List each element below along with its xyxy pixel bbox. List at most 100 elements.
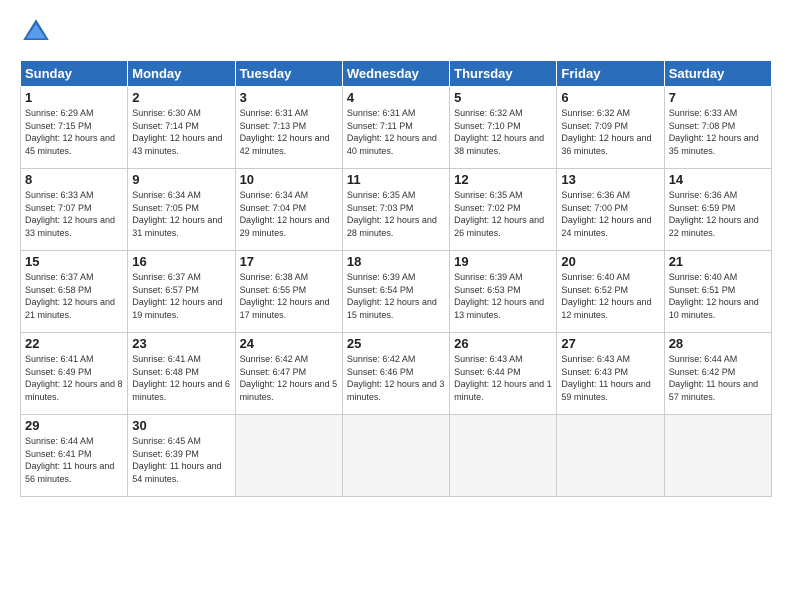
day-number: 2 <box>132 90 230 105</box>
calendar-day-cell: 25 Sunrise: 6:42 AMSunset: 6:46 PMDayligh… <box>342 333 449 415</box>
day-info: Sunrise: 6:33 AMSunset: 7:07 PMDaylight:… <box>25 189 123 239</box>
day-info: Sunrise: 6:34 AMSunset: 7:05 PMDaylight:… <box>132 189 230 239</box>
day-info: Sunrise: 6:40 AMSunset: 6:52 PMDaylight:… <box>561 271 659 321</box>
calendar-header-row: SundayMondayTuesdayWednesdayThursdayFrid… <box>21 61 772 87</box>
calendar-day-cell: 17 Sunrise: 6:38 AMSunset: 6:55 PMDayligh… <box>235 251 342 333</box>
day-number: 17 <box>240 254 338 269</box>
day-info: Sunrise: 6:31 AMSunset: 7:11 PMDaylight:… <box>347 107 445 157</box>
calendar-day-cell: 21 Sunrise: 6:40 AMSunset: 6:51 PMDayligh… <box>664 251 771 333</box>
calendar-day-cell: 23 Sunrise: 6:41 AMSunset: 6:48 PMDayligh… <box>128 333 235 415</box>
day-info: Sunrise: 6:43 AMSunset: 6:44 PMDaylight:… <box>454 353 552 403</box>
calendar-day-cell: 26 Sunrise: 6:43 AMSunset: 6:44 PMDayligh… <box>450 333 557 415</box>
calendar-day-cell: 6 Sunrise: 6:32 AMSunset: 7:09 PMDaylight… <box>557 87 664 169</box>
day-number: 14 <box>669 172 767 187</box>
day-number: 7 <box>669 90 767 105</box>
day-number: 10 <box>240 172 338 187</box>
day-number: 15 <box>25 254 123 269</box>
calendar-day-cell: 7 Sunrise: 6:33 AMSunset: 7:08 PMDaylight… <box>664 87 771 169</box>
day-info: Sunrise: 6:37 AMSunset: 6:58 PMDaylight:… <box>25 271 123 321</box>
calendar-day-cell: 10 Sunrise: 6:34 AMSunset: 7:04 PMDayligh… <box>235 169 342 251</box>
calendar-day-cell: 3Sunrise: 6:31 AMSunset: 7:13 PMDaylight… <box>235 87 342 169</box>
day-number: 25 <box>347 336 445 351</box>
logo-icon <box>20 16 52 48</box>
calendar-day-cell: 30 Sunrise: 6:45 AMSunset: 6:39 PMDayligh… <box>128 415 235 497</box>
day-header-friday: Friday <box>557 61 664 87</box>
calendar-day-cell <box>557 415 664 497</box>
day-number: 9 <box>132 172 230 187</box>
day-info: Sunrise: 6:39 AMSunset: 6:53 PMDaylight:… <box>454 271 552 321</box>
day-info: Sunrise: 6:29 AMSunset: 7:15 PMDaylight:… <box>25 107 123 157</box>
calendar-day-cell: 28Sunrise: 6:44 AMSunset: 6:42 PMDayligh… <box>664 333 771 415</box>
day-number: 22 <box>25 336 123 351</box>
calendar-day-cell: 13 Sunrise: 6:36 AMSunset: 7:00 PMDayligh… <box>557 169 664 251</box>
day-number: 27 <box>561 336 659 351</box>
day-info: Sunrise: 6:36 AMSunset: 7:00 PMDaylight:… <box>561 189 659 239</box>
day-number: 26 <box>454 336 552 351</box>
day-info: Sunrise: 6:44 AMSunset: 6:41 PMDaylight:… <box>25 435 123 485</box>
day-info: Sunrise: 6:42 AMSunset: 6:46 PMDaylight:… <box>347 353 445 403</box>
calendar-day-cell: 29 Sunrise: 6:44 AMSunset: 6:41 PMDayligh… <box>21 415 128 497</box>
day-info: Sunrise: 6:36 AMSunset: 6:59 PMDaylight:… <box>669 189 767 239</box>
day-info: Sunrise: 6:38 AMSunset: 6:55 PMDaylight:… <box>240 271 338 321</box>
calendar-day-cell: 15 Sunrise: 6:37 AMSunset: 6:58 PMDayligh… <box>21 251 128 333</box>
calendar-day-cell: 1 Sunrise: 6:29 AMSunset: 7:15 PMDaylight… <box>21 87 128 169</box>
calendar-day-cell: 14 Sunrise: 6:36 AMSunset: 6:59 PMDayligh… <box>664 169 771 251</box>
day-info: Sunrise: 6:45 AMSunset: 6:39 PMDaylight:… <box>132 435 230 485</box>
calendar-day-cell: 2 Sunrise: 6:30 AMSunset: 7:14 PMDaylight… <box>128 87 235 169</box>
day-number: 28 <box>669 336 767 351</box>
page: SundayMondayTuesdayWednesdayThursdayFrid… <box>0 0 792 612</box>
day-info: Sunrise: 6:33 AMSunset: 7:08 PMDaylight:… <box>669 107 767 157</box>
day-info: Sunrise: 6:40 AMSunset: 6:51 PMDaylight:… <box>669 271 767 321</box>
header <box>20 16 772 48</box>
day-info: Sunrise: 6:35 AMSunset: 7:03 PMDaylight:… <box>347 189 445 239</box>
day-number: 13 <box>561 172 659 187</box>
day-number: 24 <box>240 336 338 351</box>
day-info: Sunrise: 6:41 AMSunset: 6:48 PMDaylight:… <box>132 353 230 403</box>
calendar-week-row: 22 Sunrise: 6:41 AMSunset: 6:49 PMDayligh… <box>21 333 772 415</box>
calendar-day-cell: 8 Sunrise: 6:33 AMSunset: 7:07 PMDaylight… <box>21 169 128 251</box>
calendar-day-cell <box>235 415 342 497</box>
day-number: 1 <box>25 90 123 105</box>
day-number: 30 <box>132 418 230 433</box>
calendar-day-cell: 22 Sunrise: 6:41 AMSunset: 6:49 PMDayligh… <box>21 333 128 415</box>
day-number: 16 <box>132 254 230 269</box>
day-number: 6 <box>561 90 659 105</box>
calendar-day-cell: 27 Sunrise: 6:43 AMSunset: 6:43 PMDayligh… <box>557 333 664 415</box>
calendar-day-cell <box>664 415 771 497</box>
day-info: Sunrise: 6:39 AMSunset: 6:54 PMDaylight:… <box>347 271 445 321</box>
day-number: 12 <box>454 172 552 187</box>
day-info: Sunrise: 6:30 AMSunset: 7:14 PMDaylight:… <box>132 107 230 157</box>
day-info: Sunrise: 6:43 AMSunset: 6:43 PMDaylight:… <box>561 353 659 403</box>
calendar-day-cell <box>450 415 557 497</box>
calendar-day-cell: 11 Sunrise: 6:35 AMSunset: 7:03 PMDayligh… <box>342 169 449 251</box>
day-header-monday: Monday <box>128 61 235 87</box>
day-header-sunday: Sunday <box>21 61 128 87</box>
day-info: Sunrise: 6:42 AMSunset: 6:47 PMDaylight:… <box>240 353 338 403</box>
day-number: 21 <box>669 254 767 269</box>
day-number: 3 <box>240 90 338 105</box>
calendar-day-cell: 12 Sunrise: 6:35 AMSunset: 7:02 PMDayligh… <box>450 169 557 251</box>
calendar-day-cell: 19 Sunrise: 6:39 AMSunset: 6:53 PMDayligh… <box>450 251 557 333</box>
day-info: Sunrise: 6:37 AMSunset: 6:57 PMDaylight:… <box>132 271 230 321</box>
calendar-week-row: 29 Sunrise: 6:44 AMSunset: 6:41 PMDayligh… <box>21 415 772 497</box>
calendar-day-cell: 4Sunrise: 6:31 AMSunset: 7:11 PMDaylight… <box>342 87 449 169</box>
day-info: Sunrise: 6:41 AMSunset: 6:49 PMDaylight:… <box>25 353 123 403</box>
day-header-wednesday: Wednesday <box>342 61 449 87</box>
day-number: 29 <box>25 418 123 433</box>
day-info: Sunrise: 6:32 AMSunset: 7:09 PMDaylight:… <box>561 107 659 157</box>
day-number: 8 <box>25 172 123 187</box>
calendar-day-cell: 18 Sunrise: 6:39 AMSunset: 6:54 PMDayligh… <box>342 251 449 333</box>
calendar-week-row: 1 Sunrise: 6:29 AMSunset: 7:15 PMDaylight… <box>21 87 772 169</box>
day-info: Sunrise: 6:34 AMSunset: 7:04 PMDaylight:… <box>240 189 338 239</box>
calendar-day-cell: 24 Sunrise: 6:42 AMSunset: 6:47 PMDayligh… <box>235 333 342 415</box>
day-info: Sunrise: 6:35 AMSunset: 7:02 PMDaylight:… <box>454 189 552 239</box>
day-number: 23 <box>132 336 230 351</box>
calendar-day-cell: 20Sunrise: 6:40 AMSunset: 6:52 PMDayligh… <box>557 251 664 333</box>
day-number: 18 <box>347 254 445 269</box>
calendar-day-cell: 5Sunrise: 6:32 AMSunset: 7:10 PMDaylight… <box>450 87 557 169</box>
day-number: 19 <box>454 254 552 269</box>
day-number: 11 <box>347 172 445 187</box>
calendar-day-cell <box>342 415 449 497</box>
day-number: 5 <box>454 90 552 105</box>
calendar-day-cell: 9 Sunrise: 6:34 AMSunset: 7:05 PMDaylight… <box>128 169 235 251</box>
